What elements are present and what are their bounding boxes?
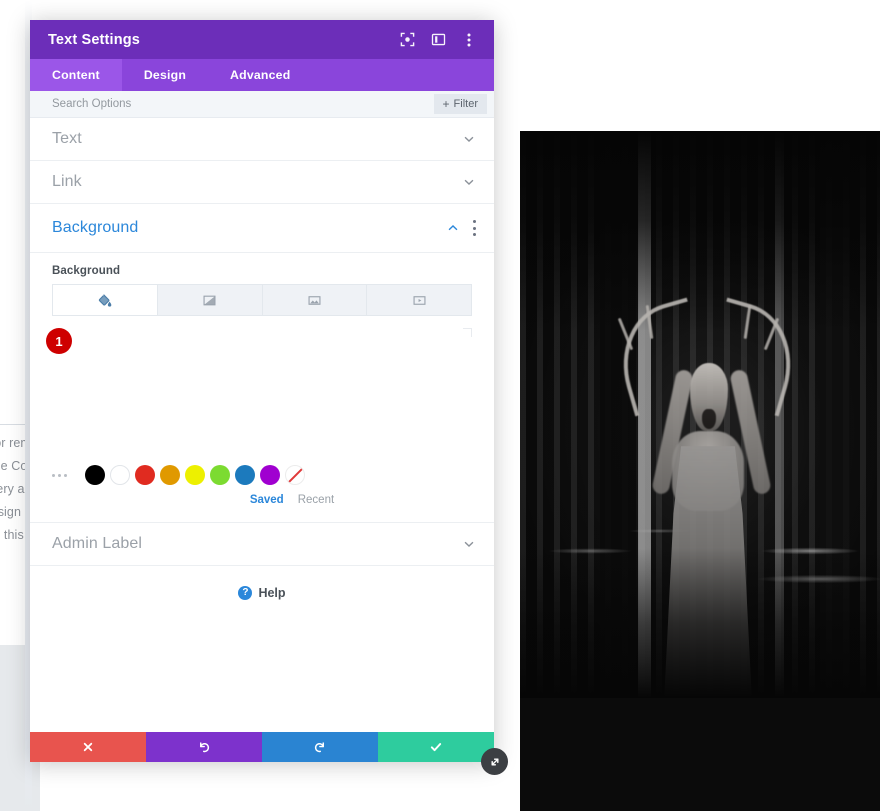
dot — [64, 473, 67, 477]
swatch-black[interactable] — [85, 465, 105, 485]
chevron-up-icon[interactable] — [446, 221, 460, 235]
palette-tab-saved[interactable]: Saved — [250, 494, 284, 506]
resize-handle[interactable] — [481, 748, 508, 775]
section-link[interactable]: Link — [30, 161, 494, 204]
section-link-label: Link — [52, 173, 82, 190]
filter-button[interactable]: + Filter — [433, 94, 487, 114]
kebab-dot — [472, 226, 476, 230]
section-background-header[interactable]: Background — [30, 204, 494, 253]
modal-footer — [30, 732, 494, 762]
swatch-purple[interactable] — [260, 465, 280, 485]
modal-body: Text Link Background Background 1 Saved … — [30, 118, 494, 732]
background-image-tab[interactable] — [262, 285, 368, 315]
section-background-more-icon[interactable] — [472, 220, 476, 236]
kebab-dot — [472, 233, 476, 236]
gradient-icon — [202, 293, 217, 308]
swatch-green[interactable] — [210, 465, 230, 485]
chevron-down-icon — [462, 132, 476, 146]
search-options-row: + Filter — [30, 91, 494, 118]
focus-icon[interactable] — [398, 31, 416, 49]
tab-content[interactable]: Content — [30, 59, 122, 91]
text-settings-modal: Text Settings Content Design Advanced Se… — [30, 20, 494, 762]
section-admin-label[interactable]: Admin Label — [30, 522, 494, 566]
paint-bucket-icon — [97, 293, 112, 308]
redo-button[interactable] — [262, 732, 378, 762]
swatch-white[interactable] — [110, 465, 130, 485]
color-picker-area[interactable]: 1 — [30, 324, 494, 460]
image-icon — [307, 293, 322, 308]
kebab-dot — [472, 220, 476, 223]
background-color-tab[interactable] — [53, 285, 158, 315]
background-field-label: Background — [52, 265, 121, 277]
redo-icon — [313, 740, 327, 754]
video-icon — [412, 293, 427, 308]
palette-tab-recent[interactable]: Recent — [298, 494, 334, 506]
swatch-blue[interactable] — [235, 465, 255, 485]
modal-title: Text Settings — [48, 31, 140, 48]
close-icon — [82, 741, 94, 753]
swatch-none[interactable] — [285, 465, 305, 485]
modal-header: Text Settings — [30, 20, 494, 59]
layout-columns-icon[interactable] — [429, 31, 447, 49]
dot — [58, 473, 61, 477]
more-options-icon[interactable] — [460, 31, 478, 49]
search-input[interactable] — [52, 98, 434, 110]
chevron-down-icon — [462, 537, 476, 551]
save-button[interactable] — [378, 732, 494, 762]
chevron-down-icon — [462, 175, 476, 189]
undo-button[interactable] — [146, 732, 262, 762]
modal-tab-bar: Content Design Advanced — [30, 59, 494, 91]
section-text-label: Text — [52, 130, 82, 147]
background-field: Background — [30, 253, 494, 316]
palette-more-icon[interactable] — [52, 473, 74, 477]
swatch-red[interactable] — [135, 465, 155, 485]
question-mark-icon: ? — [238, 586, 253, 600]
photo-top-shadow — [520, 131, 880, 331]
photo-bottom-black-band — [520, 698, 880, 811]
swatch-orange[interactable] — [160, 465, 180, 485]
modal-header-actions — [398, 31, 478, 49]
undo-icon — [197, 740, 211, 754]
deer-skull — [690, 363, 728, 431]
check-icon — [429, 740, 443, 754]
plus-icon: + — [442, 97, 450, 111]
swatch-yellow[interactable] — [185, 465, 205, 485]
cancel-button[interactable] — [30, 732, 146, 762]
palette-tabs: Saved Recent — [90, 490, 494, 506]
photo-top-white-band — [520, 0, 880, 131]
forest-skull-photo — [520, 131, 880, 706]
dot — [52, 473, 55, 477]
tab-design[interactable]: Design — [122, 59, 208, 91]
tab-advanced[interactable]: Advanced — [208, 59, 312, 91]
help-link[interactable]: ? Help — [30, 572, 494, 614]
color-palette-row — [30, 460, 494, 490]
picker-corner-mark — [463, 328, 472, 337]
section-text[interactable]: Text — [30, 118, 494, 161]
help-label: Help — [258, 586, 286, 600]
background-type-tabs — [52, 284, 472, 316]
background-video-tab[interactable] — [367, 285, 471, 315]
hero-photo-container — [520, 0, 880, 811]
photo-bottom-shadow — [520, 548, 880, 698]
background-gradient-tab[interactable] — [157, 285, 263, 315]
diagonal-resize-icon — [488, 755, 502, 769]
filter-button-label: Filter — [453, 98, 478, 110]
section-admin-label-text: Admin Label — [52, 535, 143, 552]
section-background-label: Background — [52, 219, 139, 236]
annotation-badge-1: 1 — [46, 328, 72, 354]
